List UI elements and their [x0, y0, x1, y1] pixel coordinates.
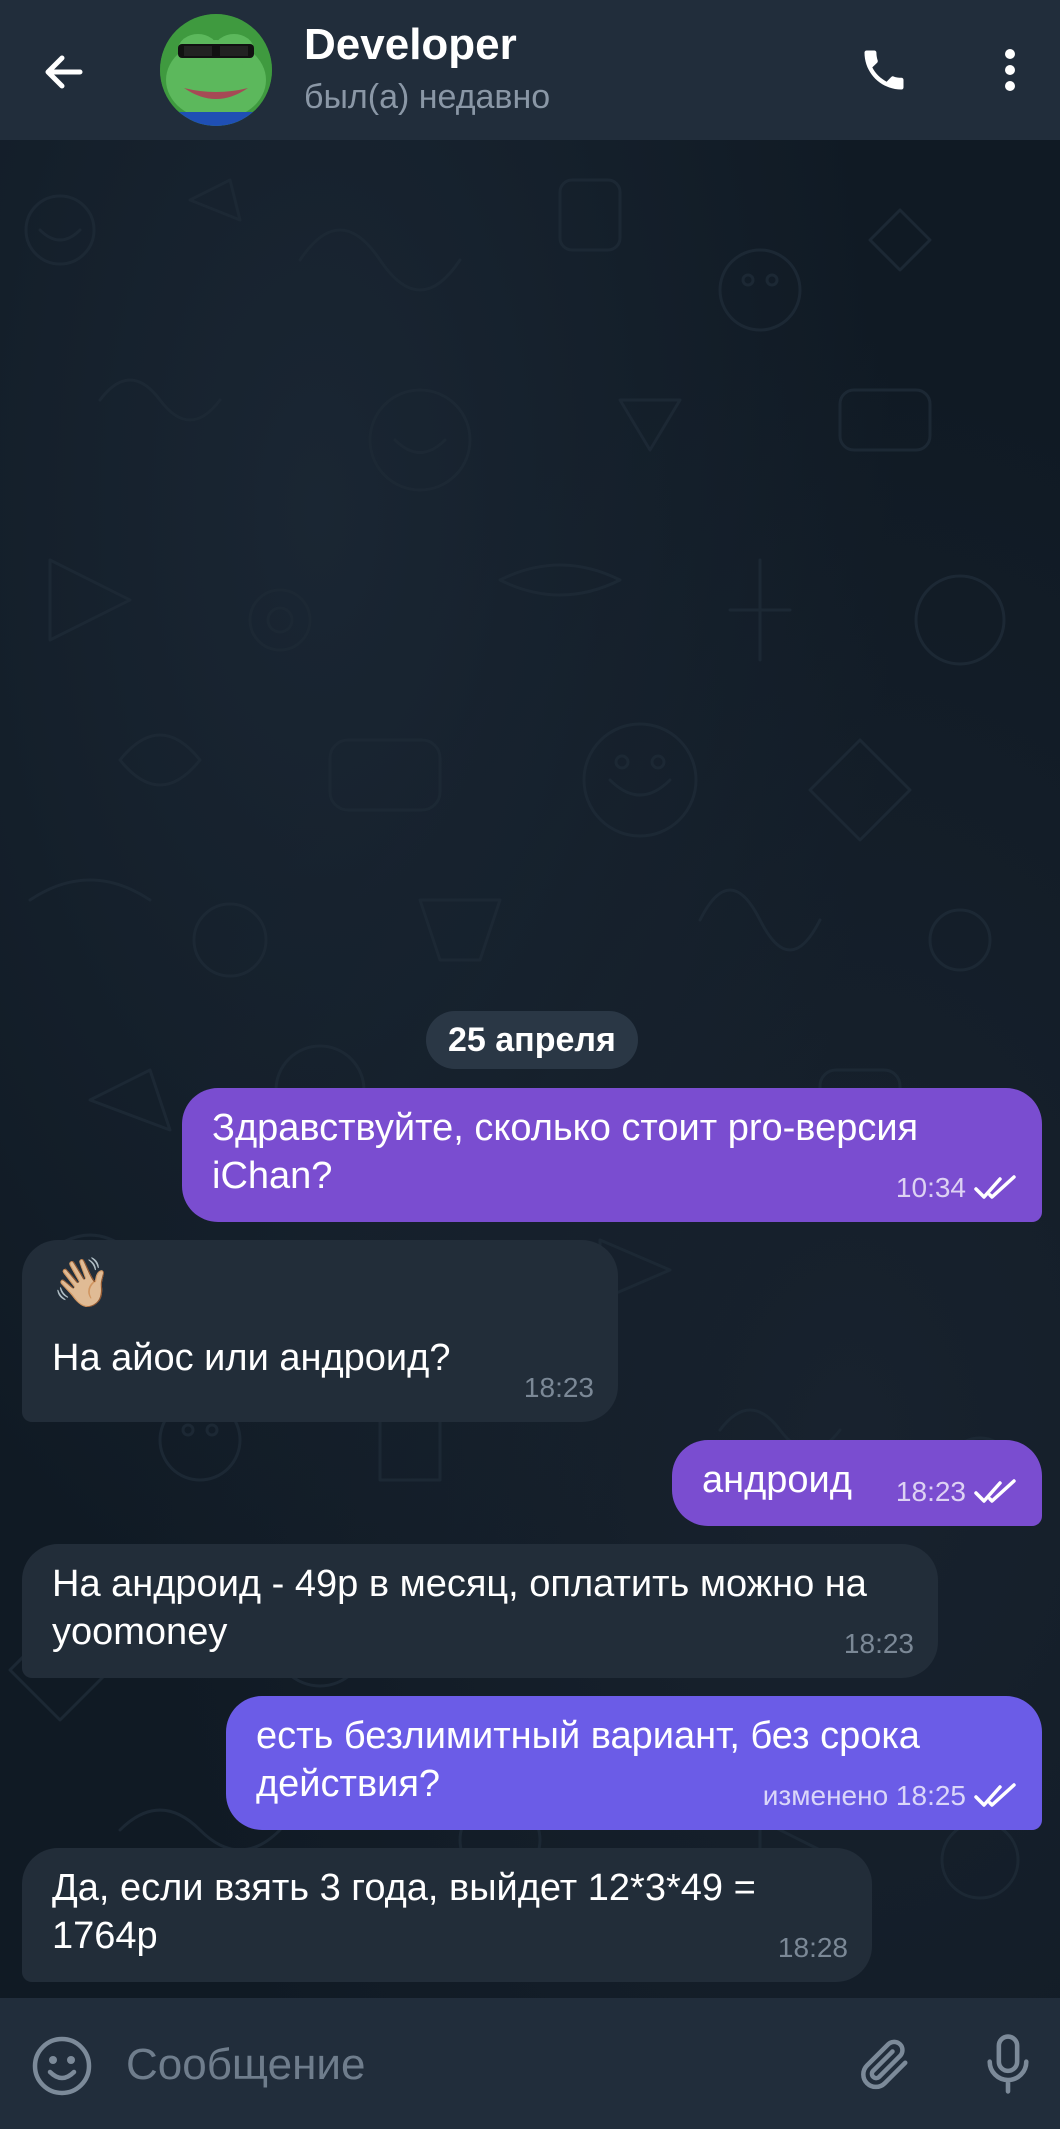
message-text: На андроид - 49р в месяц, оплатить можно…: [52, 1563, 867, 1653]
message-time: 18:23: [843, 1628, 914, 1659]
double-check-icon: [974, 1175, 1016, 1199]
message-meta: 18:23: [844, 1620, 914, 1668]
phone-icon: [864, 50, 904, 90]
paperclip-icon: [861, 2039, 908, 2090]
call-button[interactable]: [846, 32, 922, 108]
message-meta: 10:34: [896, 1164, 1018, 1212]
message-meta: 18:23: [524, 1364, 594, 1412]
emoji-button[interactable]: [28, 2032, 96, 2100]
message-time: 18:23: [895, 1476, 966, 1507]
back-button[interactable]: [28, 36, 100, 108]
message-text: На айос или андроид?: [52, 1337, 451, 1379]
message-incoming[interactable]: На андроид - 49р в месяц, оплатить можно…: [22, 1544, 938, 1678]
date-separator: 25 апреля: [426, 1011, 638, 1069]
avatar[interactable]: [160, 14, 272, 126]
chat-status: был(а) недавно: [304, 78, 551, 116]
attach-button[interactable]: [848, 2028, 920, 2100]
message-text: Да, если взять 3 года, выйдет 12*3*49 = …: [52, 1867, 756, 1957]
message-meta: 18:23: [896, 1468, 1018, 1516]
message-text: Здравствуйте, сколько стоит pro-версия i…: [212, 1107, 919, 1197]
chat-header: Developer был(а) недавно: [0, 0, 1060, 140]
message-meta: изменено 18:25: [763, 1772, 1018, 1820]
message-meta: 18:28: [778, 1924, 848, 1972]
message-time: 18:23: [523, 1372, 594, 1403]
wave-emoji: 👋🏼: [52, 1257, 112, 1310]
more-menu-button[interactable]: [978, 32, 1042, 108]
message-outgoing[interactable]: Здравствуйте, сколько стоит pro-версия i…: [182, 1088, 1042, 1222]
microphone-button[interactable]: [972, 2028, 1044, 2100]
message-time: изменено 18:25: [762, 1780, 966, 1811]
message-incoming[interactable]: Да, если взять 3 года, выйдет 12*3*49 = …: [22, 1848, 872, 1982]
double-check-icon: [974, 1783, 1016, 1807]
message-time: 18:28: [777, 1932, 848, 1963]
message-incoming[interactable]: 👋🏼 На айос или андроид? 18:23: [22, 1240, 618, 1422]
frog-avatar-icon: [160, 14, 272, 126]
message-time: 10:34: [895, 1172, 966, 1203]
smiley-icon: [32, 2036, 92, 2096]
microphone-icon: [987, 2034, 1029, 2094]
double-check-icon: [974, 1479, 1016, 1503]
chat-title[interactable]: Developer: [304, 20, 517, 70]
arrow-left-icon: [45, 55, 83, 89]
message-outgoing[interactable]: есть безлимитный вариант, без срока дейс…: [226, 1696, 1042, 1830]
more-vertical-icon: [1005, 49, 1015, 91]
message-input[interactable]: [124, 2028, 828, 2102]
message-outgoing[interactable]: андроид 18:23: [672, 1440, 1042, 1526]
message-composer: [0, 1998, 1060, 2129]
